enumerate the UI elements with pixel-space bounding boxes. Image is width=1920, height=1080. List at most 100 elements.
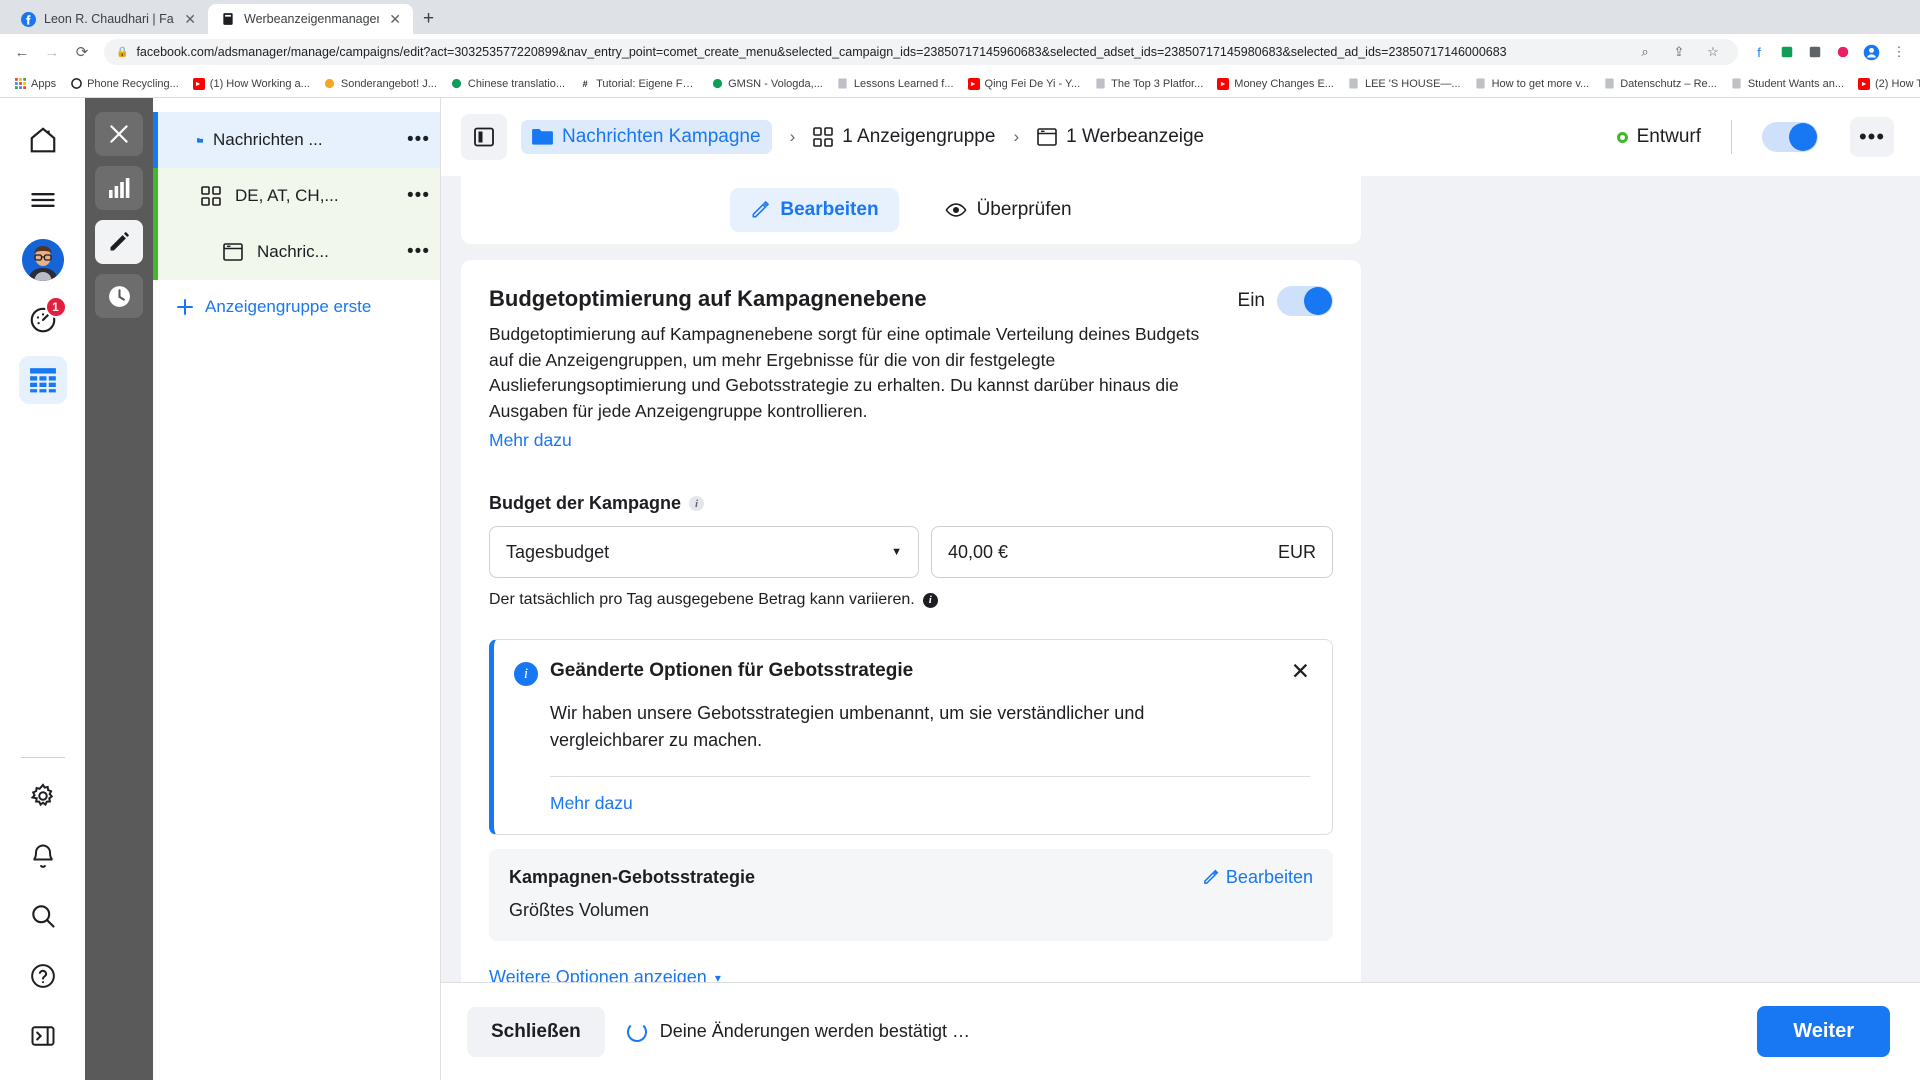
info-icon[interactable]: i [922, 592, 938, 608]
pencil-icon[interactable] [95, 220, 143, 264]
bookmark-label: (2) How To Add A... [1875, 77, 1920, 90]
breadcrumb-separator: › [789, 127, 796, 146]
breadcrumb-campaign[interactable]: Nachrichten Kampagne [521, 120, 772, 154]
bookmark-item[interactable]: Phone Recycling... [64, 76, 185, 92]
info-icon[interactable]: i [689, 496, 705, 512]
header-more-menu[interactable]: ••• [1850, 117, 1894, 157]
bookmark-label: Chinese translatio... [467, 77, 566, 90]
bookmark-item[interactable]: Chinese translatio... [445, 76, 571, 92]
side-panel-icon[interactable] [461, 114, 507, 160]
forward-icon[interactable]: → [38, 38, 66, 66]
tab-ueberpruefen[interactable]: Überprüfen [925, 188, 1092, 232]
zoom-search-icon[interactable]: ⌕ [1632, 39, 1658, 65]
notice-title: Geänderte Optionen für Gebotsstrategie [550, 660, 914, 682]
bookmark-item[interactable]: Datenschutz – Re... [1597, 76, 1723, 92]
bookmark-item[interactable]: The Top 3 Platfor... [1088, 76, 1209, 92]
profile-avatar-icon[interactable] [1858, 39, 1884, 65]
bookmark-item[interactable]: (1) How Working a... [187, 76, 316, 92]
close-x-icon[interactable] [95, 112, 143, 156]
budget-hint: Der tatsächlich pro Tag ausgegebene Betr… [489, 591, 1333, 609]
row-menu-icon[interactable]: ••• [399, 185, 430, 207]
clock-icon[interactable] [95, 274, 143, 318]
bookmark-item[interactable]: Money Changes E... [1211, 76, 1340, 92]
bookmark-label: Sonderangebot! J... [340, 77, 437, 90]
speedometer-icon[interactable]: 1 [19, 296, 67, 344]
browser-tabstrip: Leon R. Chaudhari | Facebook ✕ Werbeanze… [0, 0, 1920, 34]
bell-icon[interactable] [19, 832, 67, 880]
close-icon[interactable]: ✕ [387, 12, 403, 26]
question-circle-icon[interactable] [19, 952, 67, 1000]
youtube-icon [192, 77, 205, 90]
bookmark-item[interactable]: Apps [8, 76, 62, 92]
info-icon: i [514, 662, 538, 687]
bookmark-item[interactable]: Sonderangebot! J... [318, 76, 443, 92]
budget-optimization-toggle[interactable] [1277, 286, 1333, 316]
extension-gray-icon[interactable] [1802, 39, 1828, 65]
grid-squares-icon [813, 127, 834, 147]
main-header: Nachrichten Kampagne › 1 Anzeigengruppe … [441, 98, 1920, 176]
home-icon[interactable] [19, 116, 67, 164]
chevron-down-icon: ▾ [714, 970, 721, 982]
extension-pink-icon[interactable] [1830, 39, 1856, 65]
eye-icon [945, 200, 967, 220]
card-more-link[interactable]: Mehr dazu [489, 430, 572, 450]
avatar[interactable] [19, 236, 67, 284]
bar-chart-icon[interactable] [95, 166, 143, 210]
tab-bearbeiten[interactable]: Bearbeiten [730, 188, 899, 232]
bookmark-label: Money Changes E... [1234, 77, 1334, 90]
browser-tab-1[interactable]: Werbeanzeigenmanager - Wer ✕ [208, 4, 413, 34]
budget-amount-input[interactable]: 40,00 € EUR [931, 526, 1333, 579]
new-tab-button[interactable]: + [423, 8, 434, 34]
extension-green-icon[interactable] [1774, 39, 1800, 65]
budget-type-select[interactable]: Tagesbudget ▼ [489, 526, 919, 579]
bid-strategy-edit-button[interactable]: Bearbeiten [1202, 867, 1313, 888]
avatar-image [21, 239, 64, 281]
hamburger-menu-icon[interactable] [19, 176, 67, 224]
row-menu-icon[interactable]: ••• [399, 129, 430, 151]
back-icon[interactable]: ← [8, 38, 36, 66]
reload-icon[interactable]: ⟳ [68, 38, 96, 66]
row-menu-icon[interactable]: ••• [399, 241, 430, 263]
adsmanager-icon [220, 11, 236, 27]
show-more-options-button[interactable]: Weitere Optionen anzeigen ▾ [489, 967, 1333, 982]
doc-icon [1603, 78, 1615, 90]
panel-collapse-icon[interactable] [19, 1012, 67, 1060]
address-bar[interactable]: 🔒 facebook.com/adsmanager/manage/campaig… [104, 39, 1738, 65]
bid-strategy-title: Kampagnen-Gebotsstrategie [509, 867, 756, 888]
share-icon[interactable]: ⇪ [1666, 39, 1692, 65]
browser-menu-icon[interactable]: ⋮ [1886, 39, 1912, 65]
bookmark-item[interactable]: Qing Fei De Yi - Y... [962, 76, 1087, 92]
browser-tab-0[interactable]: Leon R. Chaudhari | Facebook ✕ [8, 4, 208, 34]
toggle-knob [1304, 287, 1332, 315]
bookmark-item[interactable]: How to get more v... [1469, 76, 1596, 92]
search-icon[interactable] [19, 892, 67, 940]
breadcrumb-separator: › [1013, 127, 1020, 146]
breadcrumb-ad[interactable]: 1 Werbeanzeige [1037, 126, 1204, 148]
campaign-active-toggle[interactable] [1762, 122, 1818, 152]
bookmark-item[interactable]: GMSN - Vologda,... [705, 76, 829, 92]
doc-icon [1348, 78, 1360, 90]
bookmark-item[interactable]: Lessons Learned f... [831, 76, 960, 92]
tree-row[interactable]: Nachrichten ... ••• [153, 112, 440, 168]
table-grid-icon[interactable] [18, 356, 67, 404]
save-status-text: Deine Änderungen werden bestätigt … [659, 1021, 970, 1041]
breadcrumb-adset[interactable]: 1 Anzeigengruppe [813, 126, 995, 148]
facebook-pixel-icon[interactable]: f [1746, 39, 1772, 65]
content-scroll-area[interactable]: Bearbeiten Überprüfen Budgetoptimierung … [441, 176, 1920, 982]
tree-row[interactable]: DE, AT, CH,... ••• [153, 168, 440, 224]
close-icon[interactable]: ✕ [182, 12, 198, 26]
bookmark-item[interactable]: # Tutorial: Eigene Fa... [573, 76, 703, 92]
bookmark-item[interactable]: (2) How To Add A... [1852, 76, 1920, 92]
close-button[interactable]: Schließen [467, 1006, 605, 1057]
bookmark-item[interactable]: Student Wants an... [1725, 76, 1850, 92]
create-adset-button[interactable]: Anzeigengruppe erste [153, 280, 440, 334]
notice-more-link[interactable]: Mehr dazu [550, 793, 633, 813]
bookmark-item[interactable]: LEE 'S HOUSE—... [1342, 76, 1467, 92]
bookmark-star-icon[interactable]: ☆ [1700, 39, 1726, 65]
breadcrumb-label: 1 Anzeigengruppe [842, 126, 996, 147]
tree-row[interactable]: Nachric... ••• [153, 224, 440, 280]
folder-icon [175, 131, 203, 150]
next-button[interactable]: Weiter [1757, 1006, 1890, 1057]
close-icon[interactable]: ✕ [1291, 660, 1310, 683]
gear-icon[interactable] [19, 772, 67, 820]
